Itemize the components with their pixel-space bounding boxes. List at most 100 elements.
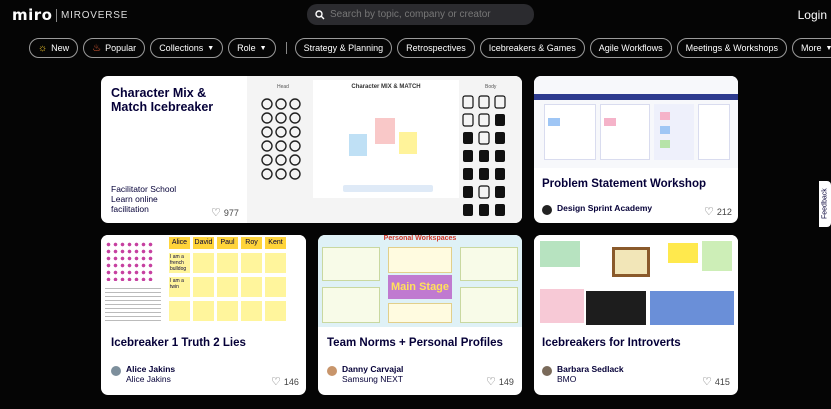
filter-agile-workflows[interactable]: Agile Workflows xyxy=(589,38,672,58)
thumb-char-right xyxy=(399,132,417,154)
like-count[interactable]: ♡ 149 xyxy=(486,375,514,388)
thumb-sticky-4 xyxy=(660,126,670,134)
head-sketches xyxy=(261,98,301,180)
like-count[interactable]: ♡ 415 xyxy=(702,375,730,388)
sticky-note xyxy=(169,301,190,321)
thumb-char-left xyxy=(349,134,367,156)
card-author-org: BMO xyxy=(557,374,577,384)
sticky-note xyxy=(193,301,214,321)
miro-logo[interactable]: miro xyxy=(12,8,52,23)
thumb-blue-panel xyxy=(650,291,734,325)
sun-icon: ☼ xyxy=(38,42,48,54)
name-note-5: Kent xyxy=(265,237,286,249)
thumb-green-panel-left xyxy=(540,241,580,267)
thumb-panel-2 xyxy=(600,104,650,160)
thumb-body-label: Body xyxy=(485,84,497,90)
sticky-note xyxy=(241,253,262,273)
thumb-sticky-5 xyxy=(660,140,670,148)
thumb-text-lines xyxy=(105,285,161,321)
thumb-panel-1 xyxy=(544,104,596,160)
name-note-4: Roy xyxy=(241,237,262,249)
name-note-1: Alice xyxy=(169,237,190,249)
card-author-name: Danny Carvajal xyxy=(342,364,404,374)
heart-icon: ♡ xyxy=(271,376,281,388)
card-title: Icebreakers for Introverts xyxy=(542,337,681,349)
sticky-note xyxy=(241,301,262,321)
thumb-yellow-panel xyxy=(668,243,698,263)
heart-icon: ♡ xyxy=(211,207,221,219)
thumb-center-board: Character MIX & MATCH xyxy=(313,80,459,198)
filter-bar: ☼ New ♨ Popular Collections ▼ Role ▼ Strateg… xyxy=(29,38,831,58)
search-bar[interactable] xyxy=(307,4,534,25)
thumb-panel-4 xyxy=(698,104,730,160)
card-author-name: Alice Jakins xyxy=(126,364,176,374)
search-input[interactable] xyxy=(330,9,520,20)
avatar xyxy=(327,366,337,376)
card-author: Design Sprint Academy xyxy=(542,203,652,215)
filter-new[interactable]: ☼ New xyxy=(29,38,79,58)
sticky-note xyxy=(241,277,262,297)
thumb-workspace-6 xyxy=(460,287,518,323)
avatar xyxy=(111,366,121,376)
thumb-workspace-4 xyxy=(322,287,380,323)
thumb-sticky-1 xyxy=(548,118,560,126)
truth-note-2: I am a twin xyxy=(169,277,190,297)
template-card-problem-statement[interactable]: Problem Statement Workshop Design Sprint… xyxy=(534,76,738,223)
filter-retrospectives[interactable]: Retrospectives xyxy=(397,38,475,58)
feedback-tab[interactable]: Feedback xyxy=(819,181,831,227)
card-thumbnail xyxy=(534,76,738,168)
name-note-3: Paul xyxy=(217,237,238,249)
thumb-dark-panel xyxy=(586,291,646,325)
thumb-pink-panel xyxy=(540,289,584,323)
chevron-down-icon: ▼ xyxy=(825,44,831,52)
like-count[interactable]: ♡ 212 xyxy=(704,205,732,218)
thumb-frame xyxy=(612,247,650,277)
template-card-team-norms[interactable]: Personal Workspaces Main Stage Team Norm… xyxy=(318,235,522,395)
card-thumbnail: Alice David Paul Roy Kent I am a french … xyxy=(101,235,306,327)
card-author-name: Barbara Sedlack xyxy=(557,364,624,374)
sticky-note xyxy=(193,277,214,297)
filter-meetings-workshops[interactable]: Meetings & Workshops xyxy=(676,38,787,58)
fire-icon: ♨ xyxy=(92,42,102,54)
thumb-green-panel-right xyxy=(702,241,732,271)
main-stage-label: Main Stage xyxy=(390,281,450,293)
card-title: Team Norms + Personal Profiles xyxy=(327,337,503,349)
card-author-name: Facilitator School xyxy=(111,184,177,194)
sticky-note xyxy=(265,301,286,321)
filter-popular[interactable]: ♨ Popular xyxy=(83,38,146,58)
miroverse-label[interactable]: MIROVERSE xyxy=(61,10,128,21)
template-card-truth-lies[interactable]: Alice David Paul Roy Kent I am a french … xyxy=(101,235,306,395)
login-link[interactable]: Login xyxy=(798,8,827,22)
sticky-note xyxy=(265,277,286,297)
thumb-head-label: Head xyxy=(277,84,289,90)
card-thumbnail: Head Character MIX & MATCH Body xyxy=(247,76,522,223)
thumb-sticky-2 xyxy=(604,118,616,126)
heart-icon: ♡ xyxy=(702,376,712,388)
sticky-note xyxy=(217,253,238,273)
card-title: Character Mix & Match Icebreaker xyxy=(111,86,214,114)
template-card-introverts[interactable]: Icebreakers for Introverts Barbara Sedla… xyxy=(534,235,738,395)
sticky-note xyxy=(193,253,214,273)
thumb-workspace-5 xyxy=(388,303,452,323)
like-count[interactable]: ♡ 977 xyxy=(211,206,239,219)
card-author: Alice Jakins Alice Jakins xyxy=(111,364,175,384)
thumb-info-strip xyxy=(343,185,433,192)
thumb-title: Character MIX & MATCH xyxy=(351,84,421,90)
template-card-character-mix[interactable]: Character Mix & Match Icebreaker Facilit… xyxy=(101,76,522,223)
filter-icebreakers-games[interactable]: Icebreakers & Games xyxy=(479,38,585,58)
filter-strategy-planning[interactable]: Strategy & Planning xyxy=(294,38,393,58)
card-title: Icebreaker 1 Truth 2 Lies xyxy=(111,337,246,349)
filter-collections[interactable]: Collections ▼ xyxy=(150,38,224,58)
heart-icon: ♡ xyxy=(486,376,496,388)
thumb-title: Personal Workspaces xyxy=(383,235,457,242)
filter-more[interactable]: More ▼ xyxy=(791,38,831,58)
heart-icon: ♡ xyxy=(704,206,714,218)
card-author-org: Samsung NEXT xyxy=(342,374,403,384)
sticky-note xyxy=(265,253,286,273)
dot-grid xyxy=(105,241,155,281)
like-count[interactable]: ♡ 146 xyxy=(271,375,299,388)
truth-note-1: I am a french bulldog xyxy=(169,253,190,273)
filter-role[interactable]: Role ▼ xyxy=(228,38,276,58)
avatar xyxy=(542,205,552,215)
thumb-sticky-3 xyxy=(660,112,670,120)
